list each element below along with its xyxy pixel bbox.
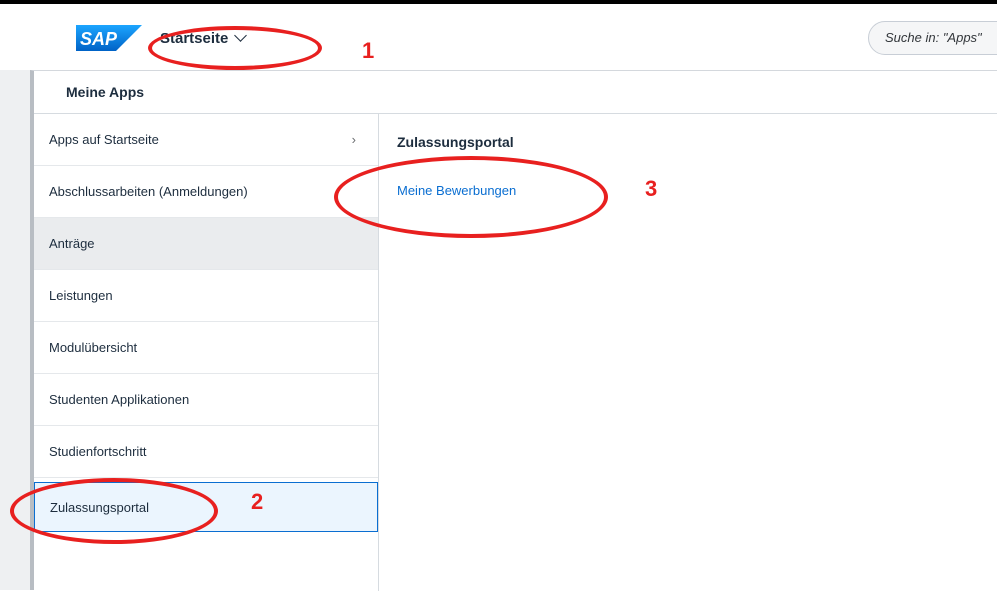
popover-header: Meine Apps xyxy=(34,71,997,114)
category-item-label: Zulassungsportal xyxy=(50,499,149,515)
search-placeholder: Suche in: "Apps" xyxy=(885,30,982,45)
popover-title: Meine Apps xyxy=(66,84,145,100)
background-page-edge xyxy=(0,70,30,590)
home-menu-label: Startseite xyxy=(160,29,229,47)
category-item-label: Leistungen xyxy=(49,288,113,303)
sap-logo[interactable]: SAP xyxy=(76,25,142,51)
category-list: Apps auf Startseite › Abschlussarbeiten … xyxy=(34,114,379,591)
chevron-down-icon xyxy=(234,29,248,42)
category-item-antraege[interactable]: Anträge xyxy=(34,218,378,270)
category-item-label: Anträge xyxy=(49,236,95,251)
app-link-meine-bewerbungen[interactable]: Meine Bewerbungen xyxy=(397,183,516,198)
category-item-studienfortschritt[interactable]: Studienfortschritt xyxy=(34,426,378,478)
category-item-label: Abschlussarbeiten (Anmeldungen) xyxy=(49,184,248,199)
category-item-label: Studenten Applikationen xyxy=(49,392,190,407)
category-item-studenten-applikationen[interactable]: Studenten Applikationen xyxy=(34,374,378,426)
category-item-label: Apps auf Startseite xyxy=(49,132,159,147)
chevron-right-icon: › xyxy=(351,132,356,147)
sap-logo-text: SAP xyxy=(80,29,118,49)
my-apps-popover: Meine Apps Apps auf Startseite › Abschlu… xyxy=(30,70,997,591)
category-item-moduluebersicht[interactable]: Modulübersicht xyxy=(34,322,378,374)
category-item-label: Studienfortschritt xyxy=(49,444,147,459)
category-item-leistungen[interactable]: Leistungen xyxy=(34,270,378,322)
category-item-label: Modulübersicht xyxy=(49,340,138,355)
detail-group-title: Zulassungsportal xyxy=(397,134,514,150)
shell-bar: SAP Startseite Suche in: "Apps" xyxy=(0,4,997,70)
search-input[interactable]: Suche in: "Apps" xyxy=(868,21,997,55)
category-item-abschlussarbeiten[interactable]: Abschlussarbeiten (Anmeldungen) xyxy=(34,166,378,218)
home-menu-button[interactable]: Startseite xyxy=(160,24,248,52)
detail-panel: Zulassungsportal Meine Bewerbungen xyxy=(379,114,997,591)
category-item-zulassungsportal[interactable]: Zulassungsportal xyxy=(34,482,378,532)
category-item-apps-auf-startseite[interactable]: Apps auf Startseite › xyxy=(34,114,378,166)
